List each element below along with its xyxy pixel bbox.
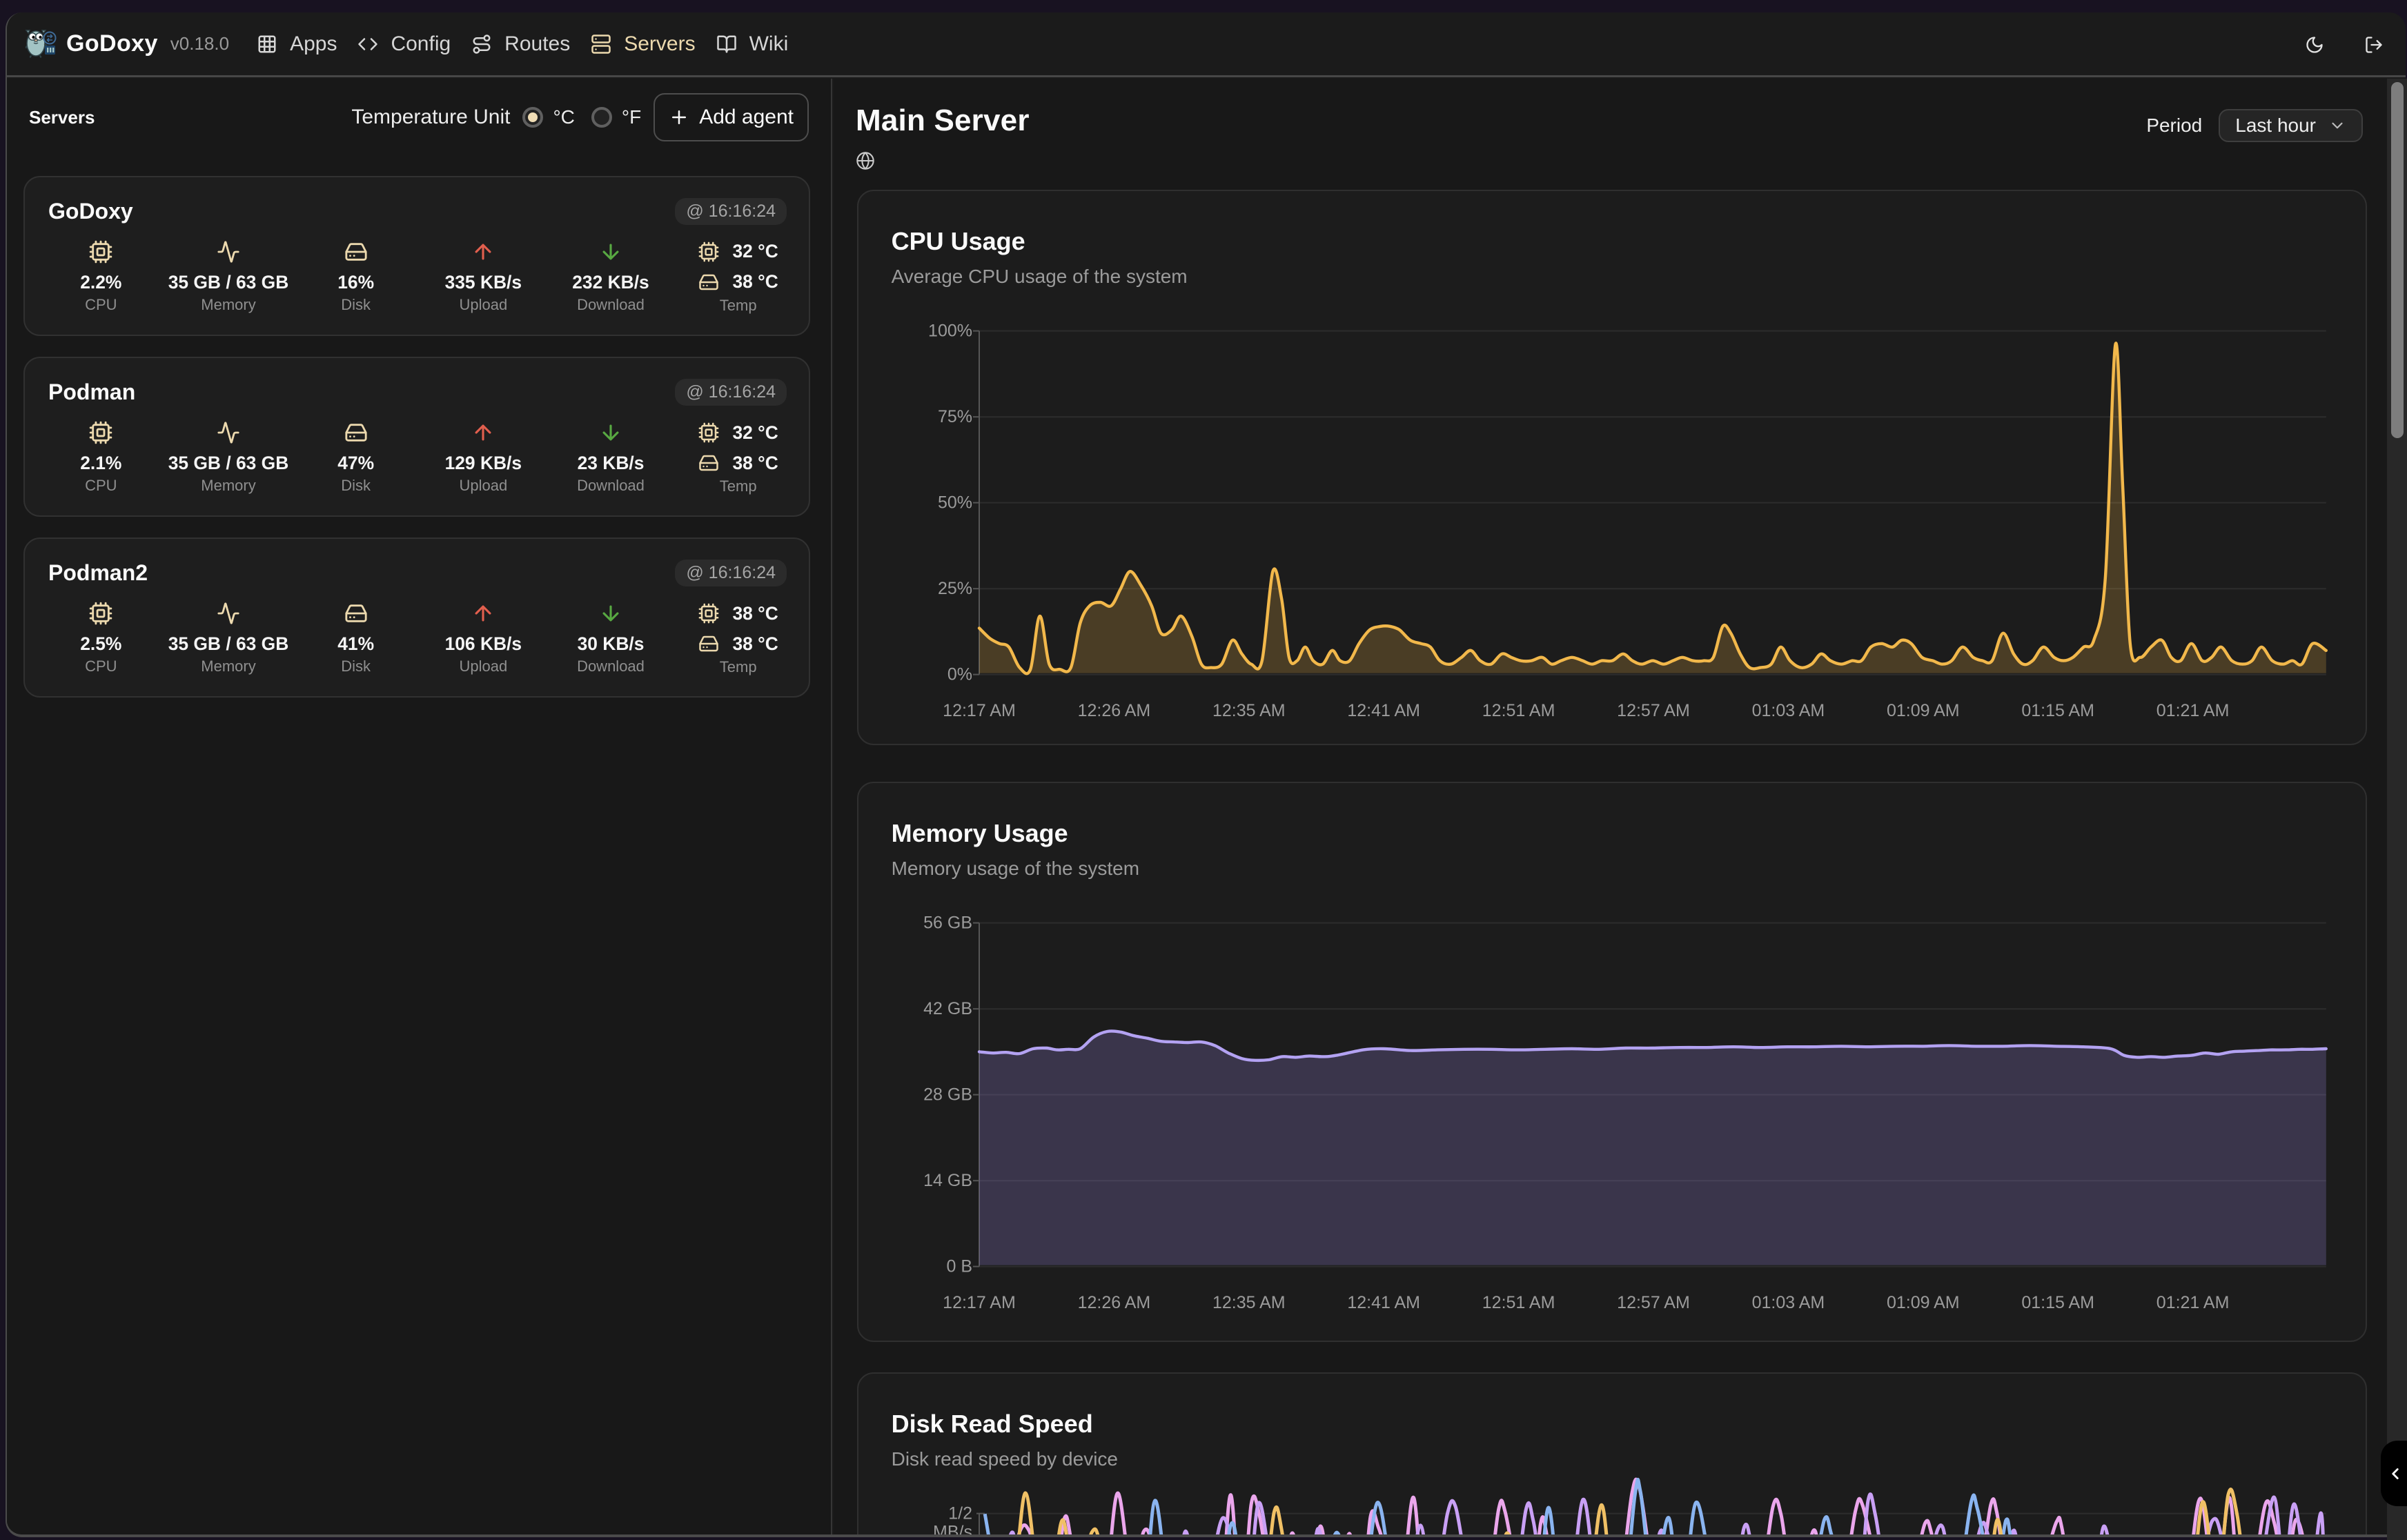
svg-text:12:41 AM: 12:41 AM xyxy=(1347,1293,1420,1312)
svg-text:12:35 AM: 12:35 AM xyxy=(1212,701,1286,720)
svg-text:12:51 AM: 12:51 AM xyxy=(1482,1293,1555,1312)
svg-text:01:09 AM: 01:09 AM xyxy=(1887,701,1960,720)
svg-text:0%: 0% xyxy=(947,665,972,684)
svg-text:14 GB: 14 GB xyxy=(923,1171,972,1190)
svg-text:100%: 100% xyxy=(928,322,972,341)
svg-text:56 GB: 56 GB xyxy=(923,913,972,932)
svg-text:1/2: 1/2 xyxy=(948,1504,972,1523)
svg-text:0 B: 0 B xyxy=(946,1256,972,1276)
svg-text:12:26 AM: 12:26 AM xyxy=(1077,1293,1150,1312)
svg-text:25%: 25% xyxy=(938,579,972,598)
svg-text:12:41 AM: 12:41 AM xyxy=(1347,701,1420,720)
svg-text:42 GB: 42 GB xyxy=(923,999,972,1018)
svg-text:12:57 AM: 12:57 AM xyxy=(1617,701,1690,720)
svg-text:01:15 AM: 01:15 AM xyxy=(2021,701,2094,720)
svg-text:01:21 AM: 01:21 AM xyxy=(2156,1293,2229,1312)
svg-text:12:35 AM: 12:35 AM xyxy=(1212,1293,1286,1312)
svg-text:01:03 AM: 01:03 AM xyxy=(1751,701,1825,720)
svg-text:12:51 AM: 12:51 AM xyxy=(1482,701,1555,720)
svg-text:12:26 AM: 12:26 AM xyxy=(1077,701,1150,720)
svg-text:50%: 50% xyxy=(938,493,972,513)
svg-text:MB/s: MB/s xyxy=(933,1523,972,1537)
svg-text:12:57 AM: 12:57 AM xyxy=(1617,1293,1690,1312)
svg-text:28 GB: 28 GB xyxy=(923,1085,972,1104)
svg-text:01:03 AM: 01:03 AM xyxy=(1751,1293,1825,1312)
svg-text:01:15 AM: 01:15 AM xyxy=(2021,1293,2094,1312)
svg-text:01:21 AM: 01:21 AM xyxy=(2156,701,2229,720)
svg-text:12:17 AM: 12:17 AM xyxy=(943,1293,1016,1312)
svg-text:75%: 75% xyxy=(938,407,972,426)
svg-text:01:09 AM: 01:09 AM xyxy=(1887,1293,1960,1312)
svg-text:12:17 AM: 12:17 AM xyxy=(943,701,1016,720)
